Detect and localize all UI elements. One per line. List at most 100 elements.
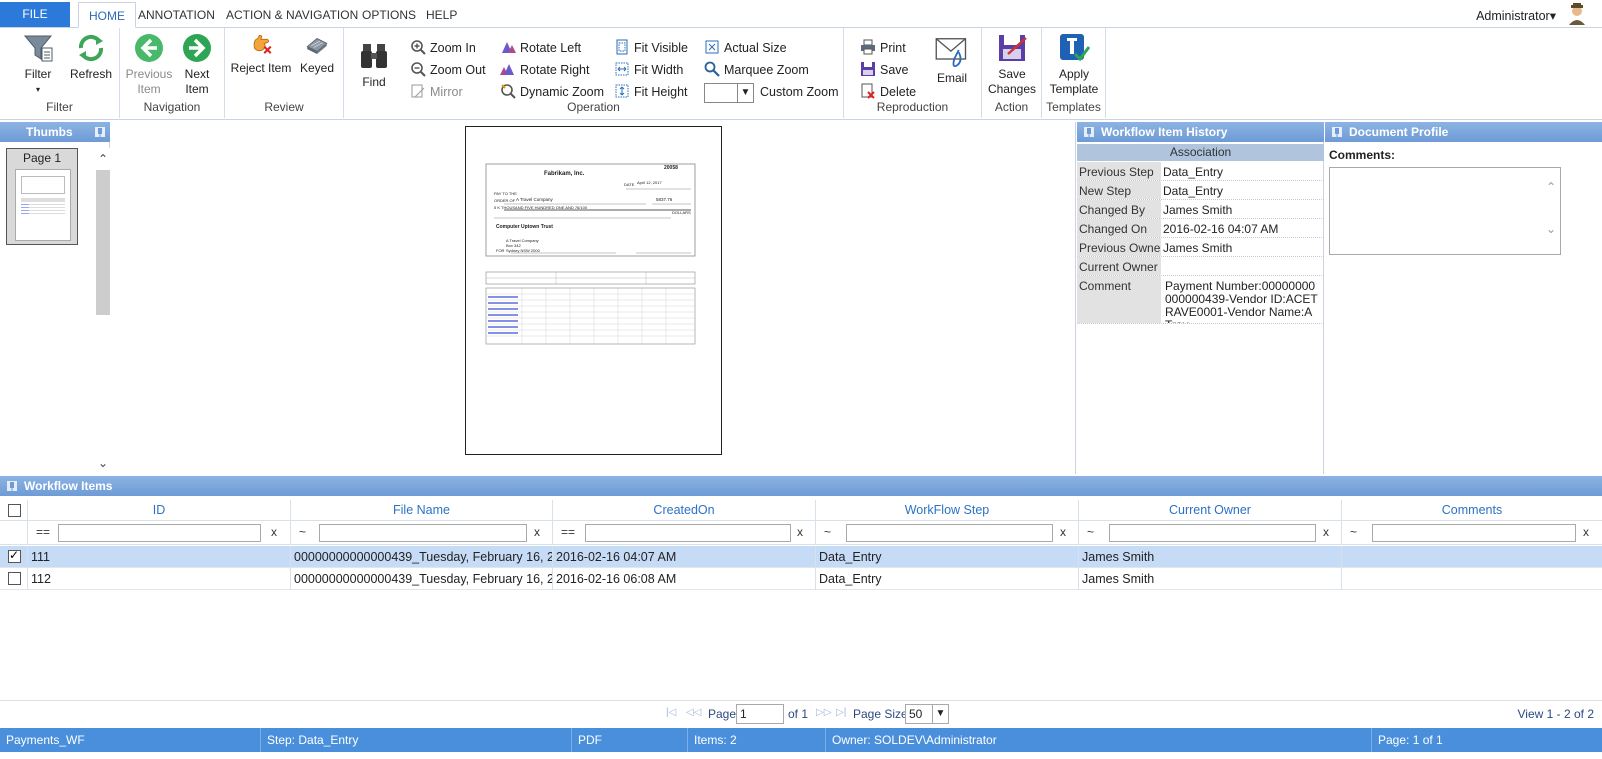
refresh-button[interactable]: Refresh	[68, 32, 114, 82]
marquee-zoom-button[interactable]: Marquee Zoom	[704, 60, 809, 80]
filter-operator[interactable]: ==	[561, 525, 575, 539]
first-page-icon[interactable]: |◁	[666, 707, 676, 718]
bottom-edge	[0, 752, 1602, 759]
chevron-down-icon[interactable]: ⌄	[1546, 222, 1556, 236]
next-item-button[interactable]: Next Item	[174, 32, 220, 97]
column-header-workflow-step[interactable]: WorkFlow Step	[815, 500, 1078, 521]
cell-id: 112	[27, 568, 290, 590]
fit-visible-button[interactable]: Fit Visible	[614, 38, 688, 58]
select-all-checkbox[interactable]	[8, 504, 21, 517]
scrollbar-thumb[interactable]	[96, 170, 110, 315]
profile-title: Document Profile	[1349, 125, 1449, 139]
dynamic-zoom-button[interactable]: Dynamic Zoom	[500, 82, 604, 102]
actual-size-button[interactable]: Actual Size	[704, 38, 787, 58]
filter-input-current-owner[interactable]	[1109, 524, 1316, 542]
page-size-select[interactable]: 50 ▼	[905, 704, 949, 724]
delete-button[interactable]: Delete	[860, 82, 916, 102]
email-button[interactable]: Email	[930, 32, 974, 86]
row-checkbox[interactable]	[8, 572, 21, 585]
cell-file-name: 00000000000000439_Tuesday, February 16, …	[290, 546, 552, 568]
check-order-of: ORDER OF	[494, 198, 516, 203]
pin-icon[interactable]	[6, 480, 18, 492]
page-thumbnail[interactable]: Page 1	[6, 148, 78, 245]
comments-textarea[interactable]: ⌃ ⌄	[1329, 167, 1561, 255]
chevron-up-icon[interactable]: ⌃	[96, 152, 110, 166]
zoom-in-button[interactable]: Zoom In	[410, 38, 476, 58]
filter-cell-created-on: == x	[552, 521, 815, 545]
pin-icon[interactable]	[94, 126, 106, 138]
chevron-up-icon[interactable]: ⌃	[1546, 180, 1556, 194]
rotate-left-button[interactable]: Rotate Left	[500, 38, 581, 58]
zoom-out-button[interactable]: Zoom Out	[410, 60, 486, 80]
fit-visible-icon	[616, 39, 628, 55]
filter-operator[interactable]: ~	[1350, 525, 1357, 539]
document-page[interactable]: Fabrikam, Inc. 20058 DATE April 12, 2017…	[465, 126, 722, 455]
custom-zoom-control[interactable]: ▼ Custom Zoom	[704, 82, 839, 103]
column-header-file-name[interactable]: File Name	[290, 500, 552, 521]
history-title: Workflow Item History	[1101, 125, 1228, 139]
filter-operator[interactable]: ==	[36, 525, 50, 539]
printer-icon	[861, 39, 875, 55]
filter-clear-button[interactable]: x	[797, 525, 803, 539]
print-button[interactable]: Print	[860, 38, 906, 58]
tab-options[interactable]: OPTIONS	[352, 2, 426, 28]
save-changes-button[interactable]: Save Changes	[986, 32, 1038, 97]
page-input[interactable]: 1	[736, 704, 784, 724]
keyed-button[interactable]: Keyed	[295, 32, 339, 76]
column-header-id[interactable]: ID	[27, 500, 290, 521]
apply-template-button[interactable]: Apply Template	[1046, 32, 1102, 97]
chevron-down-icon[interactable]: ⌄	[96, 456, 110, 470]
fit-width-button[interactable]: Fit Width	[614, 60, 683, 80]
document-viewer[interactable]: Fabrikam, Inc. 20058 DATE April 12, 2017…	[111, 122, 1076, 474]
file-menu[interactable]: FILE	[0, 2, 70, 27]
filter-clear-button[interactable]: x	[534, 525, 540, 539]
filter-input-created-on[interactable]	[585, 524, 791, 542]
filter-clear-button[interactable]: x	[271, 525, 277, 539]
filter-input-file-name[interactable]	[319, 524, 527, 542]
group-label-operation: Operation	[567, 100, 620, 114]
filter-operator[interactable]: ~	[824, 525, 831, 539]
cell-comments	[1341, 546, 1602, 568]
cell-id: 111	[27, 546, 290, 568]
filter-input-workflow-step[interactable]	[846, 524, 1053, 542]
column-header-created-on[interactable]: CreatedOn	[552, 500, 815, 521]
pin-icon[interactable]	[1331, 126, 1343, 138]
filter-clear-button[interactable]: x	[1323, 525, 1329, 539]
row-checkbox[interactable]	[8, 548, 21, 563]
filter-clear-button[interactable]: x	[1060, 525, 1066, 539]
ribbon-group-operation: Find Zoom In Zoom Out Mirror Rotate Left…	[344, 28, 844, 118]
fit-height-button[interactable]: Fit Height	[614, 82, 688, 102]
mirror-button[interactable]: Mirror	[410, 82, 463, 102]
column-header-current-owner[interactable]: Current Owner	[1078, 500, 1341, 521]
rotate-right-button[interactable]: Rotate Right	[500, 60, 589, 80]
previous-page-icon[interactable]: ◁◁	[686, 707, 701, 718]
filter-operator[interactable]: ~	[299, 525, 306, 539]
check-payee: A Travel Company	[516, 197, 553, 202]
tab-annotation[interactable]: ANNOTATION	[128, 2, 225, 28]
filter-clear-button[interactable]: x	[1583, 525, 1589, 539]
thumbs-panel: Thumbs Page 1 ⌃ ⌄	[0, 122, 110, 474]
pin-icon[interactable]	[1083, 126, 1095, 138]
cell-created-on: 2016-02-16 04:07 AM	[552, 546, 815, 568]
filter-operator[interactable]: ~	[1087, 525, 1094, 539]
save-button[interactable]: Save	[860, 60, 909, 80]
tab-help[interactable]: HELP	[416, 2, 467, 28]
filter-button[interactable]: Filter ▾	[16, 32, 60, 97]
view-count: View 1 - 2 of 2	[1517, 707, 1595, 721]
last-page-icon[interactable]: ▷|	[836, 707, 846, 718]
actual-size-icon	[705, 40, 719, 54]
find-button[interactable]: Find	[354, 32, 394, 90]
column-header-comments[interactable]: Comments	[1341, 500, 1602, 521]
table-row[interactable]: 111 00000000000000439_Tuesday, February …	[0, 546, 1602, 568]
table-row[interactable]: 112 00000000000000439_Tuesday, February …	[0, 568, 1602, 590]
previous-item-button[interactable]: Previous Item	[124, 32, 174, 97]
tab-action-navigation[interactable]: ACTION & NAVIGATION	[216, 2, 368, 28]
reject-item-button[interactable]: Reject Item	[229, 32, 293, 76]
filter-input-id[interactable]	[58, 524, 261, 542]
thumbs-scrollbar[interactable]: ⌃ ⌄	[96, 148, 110, 474]
filter-input-comments[interactable]	[1372, 524, 1576, 542]
check-bank: Computer Uptown Trust	[496, 224, 553, 230]
email-icon	[935, 38, 967, 68]
user-menu[interactable]: Administrator▾	[1476, 8, 1556, 23]
next-page-icon[interactable]: ▷▷	[816, 707, 831, 718]
